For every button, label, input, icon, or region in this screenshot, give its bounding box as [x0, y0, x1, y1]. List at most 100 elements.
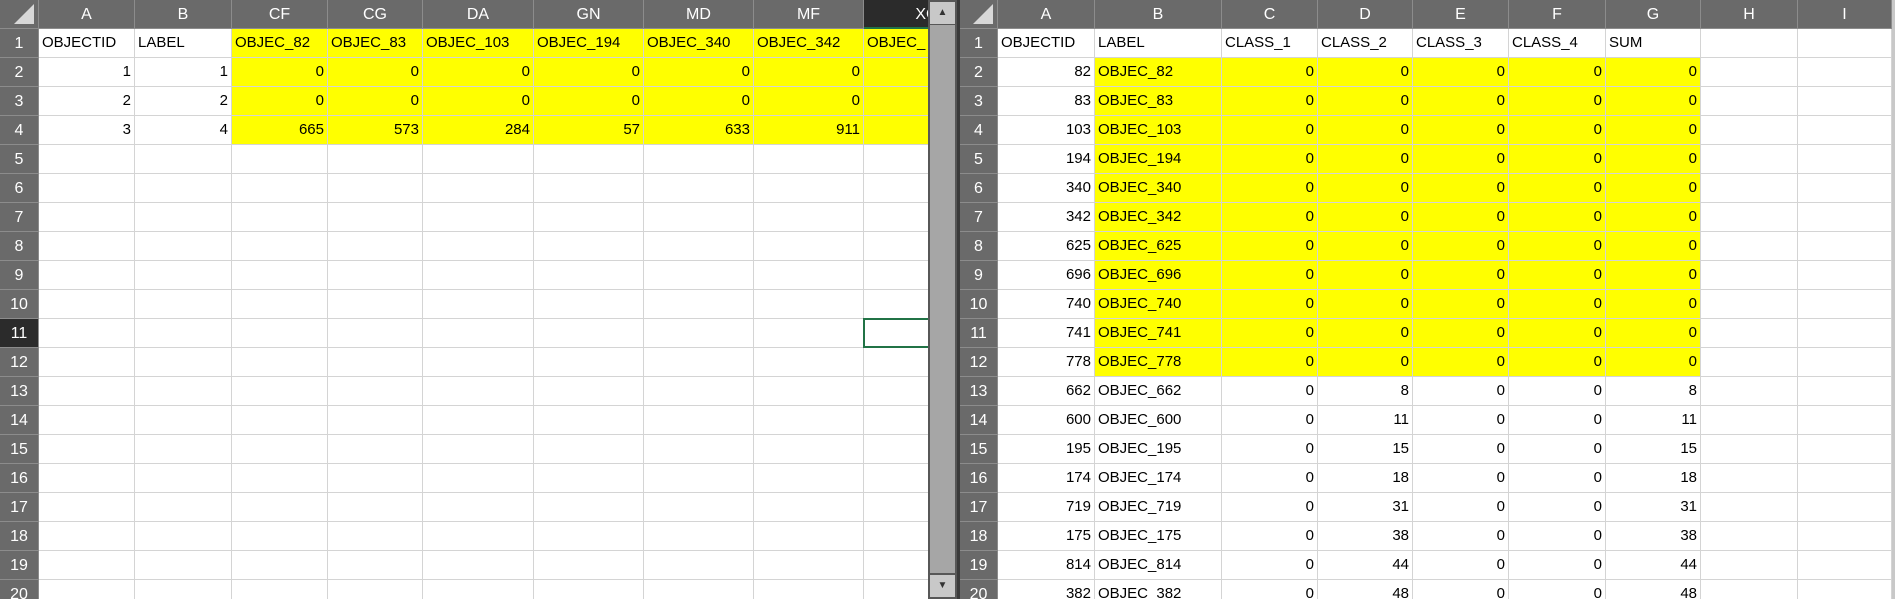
- row-header-4[interactable]: 4: [960, 116, 998, 145]
- cell[interactable]: [754, 232, 864, 261]
- row-header-9[interactable]: 9: [0, 261, 39, 290]
- cell[interactable]: 0: [1318, 116, 1413, 145]
- cell[interactable]: [135, 174, 232, 203]
- cell[interactable]: [135, 522, 232, 551]
- cell[interactable]: 175: [998, 522, 1095, 551]
- cell[interactable]: [754, 319, 864, 348]
- cell[interactable]: OBJEC_741: [1095, 319, 1222, 348]
- cell[interactable]: [39, 551, 135, 580]
- column-header-cf[interactable]: CF: [232, 0, 328, 29]
- cell[interactable]: [232, 290, 328, 319]
- cell[interactable]: 0: [1318, 145, 1413, 174]
- cell[interactable]: 0: [1509, 522, 1606, 551]
- cell[interactable]: 0: [232, 58, 328, 87]
- cell[interactable]: [644, 319, 754, 348]
- column-title-cell[interactable]: CLASS_4: [1509, 29, 1606, 58]
- cell[interactable]: [864, 261, 928, 290]
- cell[interactable]: [534, 377, 644, 406]
- cell[interactable]: [39, 464, 135, 493]
- cell[interactable]: [1701, 464, 1798, 493]
- cell[interactable]: [534, 290, 644, 319]
- cell[interactable]: [534, 522, 644, 551]
- cell[interactable]: 600: [998, 406, 1095, 435]
- cell[interactable]: 719: [998, 493, 1095, 522]
- cell[interactable]: 0: [1318, 174, 1413, 203]
- cell[interactable]: 0: [1606, 261, 1701, 290]
- cell[interactable]: 0: [1509, 58, 1606, 87]
- cell[interactable]: OBJEC_662: [1095, 377, 1222, 406]
- cell[interactable]: 0: [1413, 261, 1509, 290]
- cell[interactable]: [1798, 145, 1892, 174]
- cell[interactable]: 633: [644, 116, 754, 145]
- cell[interactable]: 625: [998, 232, 1095, 261]
- cell[interactable]: 0: [1222, 58, 1318, 87]
- cell[interactable]: [39, 261, 135, 290]
- cell[interactable]: 0: [1509, 551, 1606, 580]
- cell[interactable]: [39, 406, 135, 435]
- cell[interactable]: [864, 435, 928, 464]
- column-header-e[interactable]: E: [1413, 0, 1509, 29]
- cell[interactable]: [644, 435, 754, 464]
- cell[interactable]: 0: [1318, 290, 1413, 319]
- vertical-scrollbar[interactable]: ▲ ▼: [928, 0, 957, 599]
- cell[interactable]: [1701, 116, 1798, 145]
- cell[interactable]: 0: [1606, 203, 1701, 232]
- cell[interactable]: [39, 145, 135, 174]
- cell[interactable]: 0: [1509, 377, 1606, 406]
- cell[interactable]: [1701, 348, 1798, 377]
- column-header-cg[interactable]: CG: [328, 0, 423, 29]
- cell[interactable]: 0: [1606, 116, 1701, 145]
- cell[interactable]: OBJEC_340: [1095, 174, 1222, 203]
- column-header-b[interactable]: B: [135, 0, 232, 29]
- row-header-3[interactable]: 3: [0, 87, 39, 116]
- cell[interactable]: [644, 261, 754, 290]
- cell[interactable]: OBJEC_814: [1095, 551, 1222, 580]
- row-header-16[interactable]: 16: [0, 464, 39, 493]
- cell[interactable]: 0: [1318, 261, 1413, 290]
- cell[interactable]: 0: [1509, 348, 1606, 377]
- cell[interactable]: [1798, 580, 1892, 599]
- cell[interactable]: [534, 435, 644, 464]
- cell[interactable]: 0: [1222, 435, 1318, 464]
- column-title-cell[interactable]: CLASS_3: [1413, 29, 1509, 58]
- cell[interactable]: [328, 406, 423, 435]
- column-header-a[interactable]: A: [998, 0, 1095, 29]
- cell[interactable]: [39, 319, 135, 348]
- row-header-3[interactable]: 3: [960, 87, 998, 116]
- cell[interactable]: [1798, 522, 1892, 551]
- cell[interactable]: [644, 348, 754, 377]
- cell[interactable]: 665: [232, 116, 328, 145]
- cell[interactable]: 0: [1222, 551, 1318, 580]
- cell[interactable]: OBJEC_175: [1095, 522, 1222, 551]
- row-header-15[interactable]: 15: [960, 435, 998, 464]
- row-header-20[interactable]: 20: [960, 580, 998, 599]
- cell[interactable]: 0: [1222, 493, 1318, 522]
- cell[interactable]: 0: [1606, 319, 1701, 348]
- column-title-cell[interactable]: OBJECTID: [998, 29, 1095, 58]
- cell[interactable]: 174: [998, 464, 1095, 493]
- cell[interactable]: 18: [1606, 464, 1701, 493]
- cell[interactable]: [423, 174, 534, 203]
- cell[interactable]: [534, 551, 644, 580]
- cell[interactable]: 15: [1606, 435, 1701, 464]
- cell[interactable]: 44: [1606, 551, 1701, 580]
- cell[interactable]: [232, 580, 328, 599]
- cell[interactable]: [534, 174, 644, 203]
- row-header-18[interactable]: 18: [0, 522, 39, 551]
- cell[interactable]: 0: [1413, 522, 1509, 551]
- row-header-9[interactable]: 9: [960, 261, 998, 290]
- cell[interactable]: [644, 203, 754, 232]
- cell[interactable]: [1701, 87, 1798, 116]
- scroll-down-icon[interactable]: ▼: [930, 575, 955, 597]
- cell[interactable]: 0: [1318, 232, 1413, 261]
- cell[interactable]: [135, 145, 232, 174]
- cell[interactable]: [328, 522, 423, 551]
- cell[interactable]: [864, 522, 928, 551]
- cell[interactable]: [1798, 232, 1892, 261]
- cell[interactable]: [135, 551, 232, 580]
- cell[interactable]: 4: [135, 116, 232, 145]
- cell[interactable]: [39, 435, 135, 464]
- cell[interactable]: [864, 116, 928, 145]
- column-title-cell[interactable]: OBJEC_340: [644, 29, 754, 58]
- cell[interactable]: [423, 464, 534, 493]
